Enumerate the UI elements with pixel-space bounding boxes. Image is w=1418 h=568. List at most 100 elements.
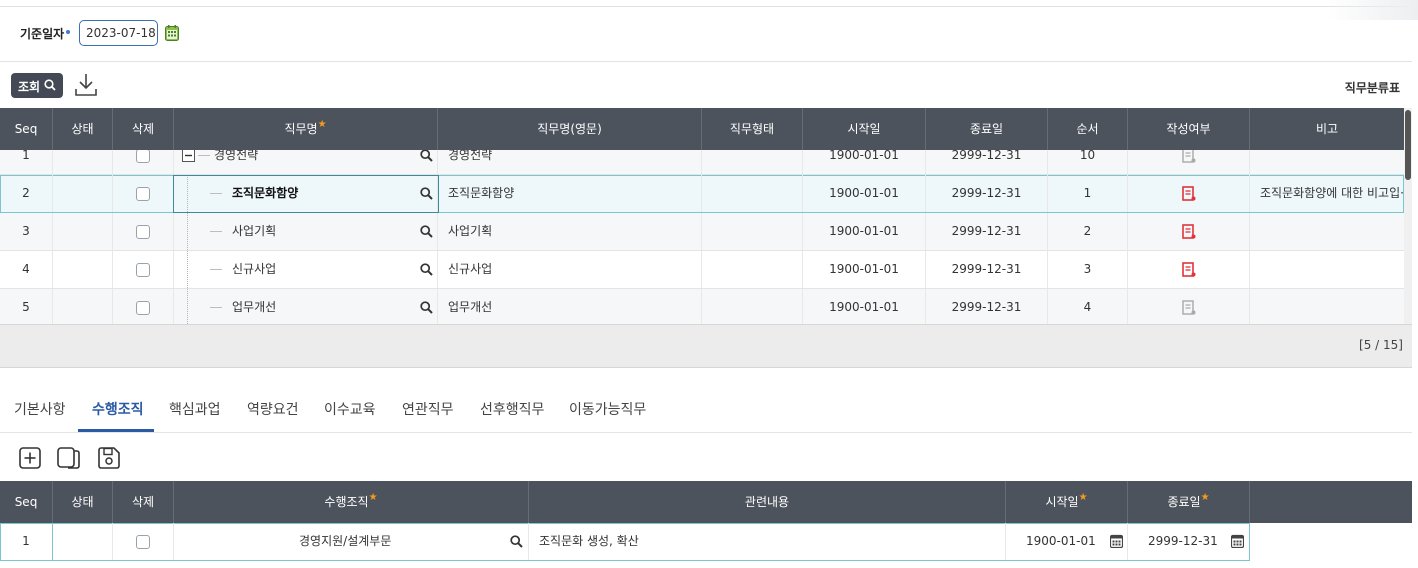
document-todo-icon[interactable] [1181, 150, 1196, 164]
cell-start-date: 1900-01-01 [803, 251, 926, 288]
col-job-name[interactable]: 직무명★ [174, 108, 438, 150]
org-name-text: 경영지원/설계부문 [299, 534, 392, 548]
col-end-date[interactable]: 종료일 [926, 108, 1048, 150]
cell-end-date: 2999-12-31 [926, 213, 1048, 250]
cell-job-name-en: 신규사업 [438, 251, 702, 288]
cell-written [1128, 150, 1250, 174]
table-row[interactable]: 4 신규사업 신규사업 1900-01-01 2999-12-31 3 [0, 251, 1404, 289]
col-note[interactable]: 비고 [1250, 108, 1404, 150]
save-icon[interactable] [98, 447, 120, 469]
col-status[interactable]: 상태 [53, 108, 113, 150]
cell-job-name[interactable]: 사업기획 [174, 213, 438, 250]
cell-job-type [702, 289, 803, 324]
delete-checkbox[interactable] [136, 262, 150, 277]
col-seq[interactable]: Seq [0, 108, 53, 150]
search-icon[interactable] [510, 535, 523, 548]
search-icon[interactable] [420, 150, 433, 162]
calendar-icon[interactable] [1231, 534, 1244, 548]
document-todo-icon[interactable] [1181, 299, 1196, 316]
cell-job-name-en: 조직문화함양 [438, 175, 702, 212]
download-icon[interactable] [74, 72, 98, 98]
sub-grid-header: Seq 상태 삭제 수행조직★ 관련내용 시작일★ 종료일★ [0, 481, 1412, 523]
col-seq[interactable]: Seq [0, 481, 53, 523]
cell-end-date: 2999-12-31 [926, 150, 1048, 174]
cell-status [53, 175, 113, 212]
cell-status [53, 523, 113, 560]
table-row[interactable]: 1 경영지원/설계부문 조직문화 생성, 확산 1900-01-01 2999-… [0, 523, 1250, 561]
cell-note [1250, 289, 1404, 324]
tab-training[interactable]: 이수교육 [324, 399, 376, 419]
document-done-icon[interactable] [1181, 223, 1196, 240]
collapse-icon[interactable] [182, 150, 195, 162]
cell-start-date: 1900-01-01 [803, 150, 926, 174]
cell-job-name[interactable]: 신규사업 [174, 251, 438, 288]
col-start-date-label: 시작일 [1045, 495, 1079, 509]
delete-checkbox[interactable] [136, 186, 150, 201]
cell-end-date: 2999-12-31 [926, 251, 1048, 288]
cell-end-date[interactable]: 2999-12-31 [1128, 523, 1250, 560]
tab-related-jobs[interactable]: 연관직무 [402, 399, 454, 419]
tab-predecessor-jobs[interactable]: 선후행직무 [480, 399, 544, 419]
col-job-name-en[interactable]: 직무명(영문) [438, 108, 702, 150]
tab-transferable-jobs[interactable]: 이동가능직무 [569, 399, 646, 419]
col-order[interactable]: 순서 [1048, 108, 1128, 150]
cell-job-name[interactable]: 업무개선 [174, 289, 438, 324]
col-start-date[interactable]: 시작일★ [1006, 481, 1128, 523]
start-date-text: 1900-01-01 [1026, 534, 1096, 548]
search-button-label: 조회 [18, 80, 41, 94]
delete-checkbox[interactable] [136, 150, 150, 163]
cell-status [53, 213, 113, 250]
tab-basic[interactable]: 기본사항 [14, 399, 66, 419]
cell-written [1128, 251, 1250, 288]
calendar-icon[interactable] [1110, 534, 1123, 548]
col-end-date[interactable]: 종료일★ [1128, 481, 1250, 523]
cell-delete [113, 150, 174, 174]
main-grid-scrollbar[interactable] [1404, 108, 1412, 324]
search-button[interactable]: 조회 [11, 73, 63, 98]
cell-job-name[interactable]: 경영전략 [174, 150, 438, 174]
document-done-icon[interactable] [1181, 185, 1196, 202]
pager-bar: [5 / 15] [0, 324, 1412, 368]
active-tab-indicator [78, 429, 154, 432]
table-row[interactable]: 5 업무개선 업무개선 1900-01-01 2999-12-31 4 [0, 289, 1404, 324]
col-start-date[interactable]: 시작일 [803, 108, 926, 150]
cell-status [53, 289, 113, 324]
delete-checkbox[interactable] [136, 534, 150, 549]
search-icon[interactable] [420, 263, 433, 276]
required-star-icon: ★ [368, 492, 378, 503]
calendar-icon[interactable] [165, 25, 179, 41]
cell-seq: 1 [0, 523, 53, 560]
col-related-content[interactable]: 관련내용 [529, 481, 1006, 523]
col-job-type[interactable]: 직무형태 [702, 108, 803, 150]
document-done-icon[interactable] [1181, 261, 1196, 278]
table-row[interactable]: 3 사업기획 사업기획 1900-01-01 2999-12-31 2 [0, 213, 1404, 251]
add-row-icon[interactable] [19, 447, 41, 469]
cell-status [53, 150, 113, 174]
job-name-text: 사업기획 [232, 224, 277, 238]
copy-icon[interactable] [57, 447, 81, 469]
main-grid-header: Seq 상태 삭제 직무명★ 직무명(영문) 직무형태 시작일 종료일 순서 작… [0, 108, 1412, 150]
table-row[interactable]: 1 경영전략 경영전략 1900-01-01 2999-12-31 10 [0, 150, 1404, 175]
search-icon[interactable] [420, 301, 433, 314]
col-status[interactable]: 상태 [53, 481, 113, 523]
tree-connector [210, 307, 222, 308]
cell-performing-org[interactable]: 경영지원/설계부문 [174, 523, 529, 560]
tab-core-tasks[interactable]: 핵심과업 [169, 399, 221, 419]
col-written[interactable]: 작성여부 [1128, 108, 1250, 150]
search-icon[interactable] [420, 225, 433, 238]
scrollbar-thumb[interactable] [1405, 110, 1411, 180]
delete-checkbox[interactable] [136, 224, 150, 239]
filter-bar: 기준일자 2023-07-18 [0, 8, 1412, 62]
col-job-name-label: 직무명 [284, 122, 318, 136]
col-performing-org[interactable]: 수행조직★ [174, 481, 529, 523]
tab-performing-org[interactable]: 수행조직 [92, 399, 144, 419]
required-star-icon: ★ [317, 119, 327, 130]
cell-start-date[interactable]: 1900-01-01 [1006, 523, 1128, 560]
col-performing-org-label: 수행조직 [324, 495, 369, 509]
col-delete[interactable]: 삭제 [113, 108, 174, 150]
col-delete[interactable]: 삭제 [113, 481, 174, 523]
delete-checkbox[interactable] [136, 300, 150, 315]
base-date-input[interactable]: 2023-07-18 [79, 20, 158, 46]
cell-related-content[interactable]: 조직문화 생성, 확산 [529, 523, 1006, 560]
tab-competency[interactable]: 역량요건 [247, 399, 299, 419]
